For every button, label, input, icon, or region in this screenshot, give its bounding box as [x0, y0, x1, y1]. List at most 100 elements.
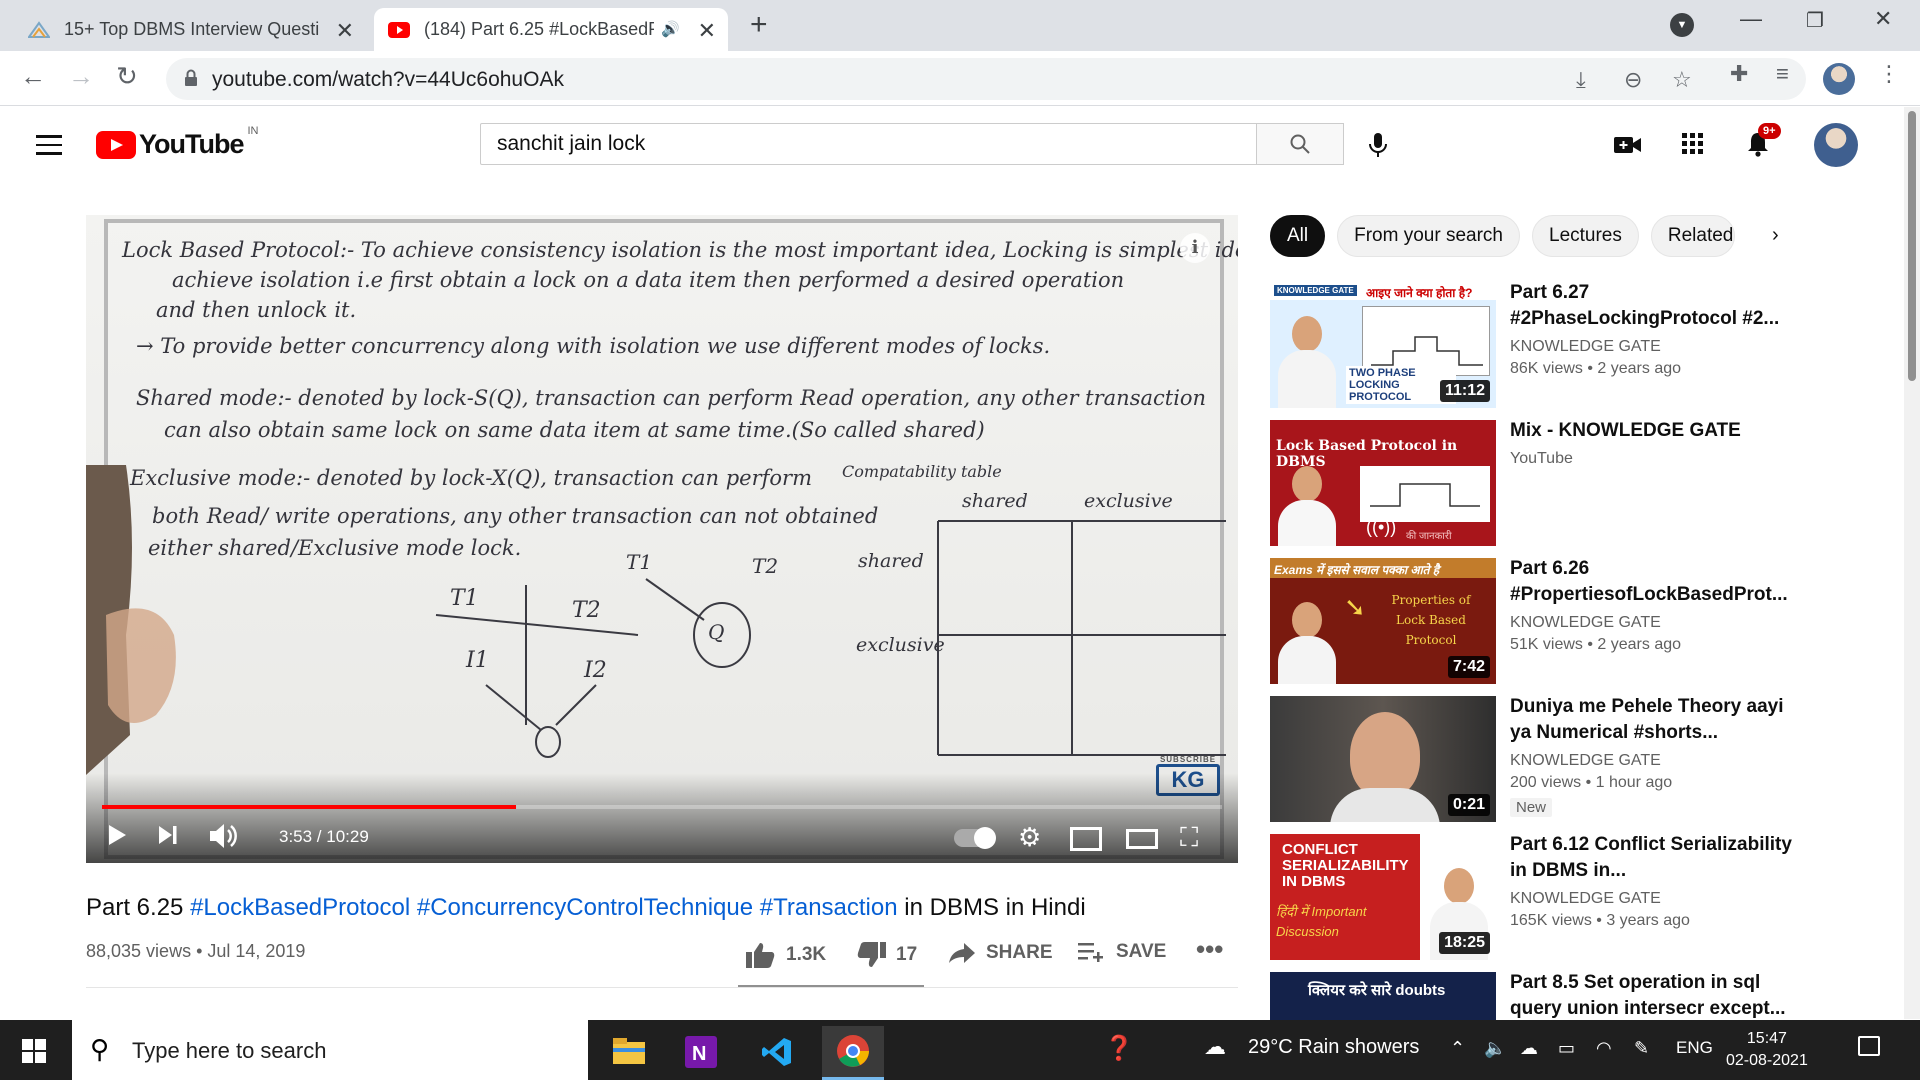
related-video-title[interactable]: Duniya me Pehele Theory aayi ya Numerica… — [1510, 694, 1800, 746]
lock-icon[interactable] — [184, 69, 198, 87]
search-box[interactable] — [480, 123, 1257, 165]
thumbnail-text: CONFLICT SERIALIZABILITY IN DBMS — [1282, 841, 1409, 890]
tab-search-icon[interactable]: ▼ — [1670, 13, 1694, 37]
related-video-title[interactable]: Part 6.26 #PropertiesofLockBasedProt... — [1510, 556, 1800, 608]
page-scrollbar[interactable] — [1904, 107, 1920, 1019]
speaker-icon[interactable]: 🔊 — [661, 20, 680, 38]
chip-lectures[interactable]: Lectures — [1532, 215, 1639, 257]
chevron-right-icon[interactable]: › — [1772, 224, 1779, 247]
video-thumbnail[interactable]: KNOWLEDGE GATE आइए जाने क्या होता है? TW… — [1270, 282, 1496, 408]
search-input[interactable] — [481, 124, 1256, 164]
related-video-title[interactable]: Mix - KNOWLEDGE GATE — [1510, 418, 1800, 444]
menu-icon[interactable] — [36, 135, 62, 155]
volume-button[interactable] — [208, 822, 240, 857]
video-player[interactable]: Lock Based Protocol:- To achieve consist… — [86, 215, 1238, 863]
channel-name[interactable]: KNOWLEDGE GATE — [1510, 752, 1800, 770]
taskbar-clock[interactable]: 15:47 02-08-2021 — [1726, 1028, 1808, 1072]
scrollbar-thumb[interactable] — [1908, 111, 1916, 381]
settings-gear-icon[interactable]: ⚙ — [1018, 822, 1041, 853]
reload-icon[interactable]: ↻ — [116, 61, 138, 92]
install-app-icon[interactable]: ⤓ — [1576, 67, 1586, 93]
help-icon[interactable]: ❓ — [1104, 1034, 1134, 1063]
notification-center-icon[interactable] — [1858, 1036, 1880, 1056]
channel-name[interactable]: YouTube — [1510, 450, 1800, 468]
bookmark-star-icon[interactable]: ☆ — [1672, 67, 1692, 93]
chip-related[interactable]: Related — [1650, 215, 1735, 257]
video-thumbnail[interactable]: Lock Based Protocol in DBMS ((•)) की जान… — [1270, 420, 1496, 546]
close-tab-icon[interactable]: ✕ — [336, 18, 354, 44]
channel-name[interactable]: KNOWLEDGE GATE — [1510, 890, 1800, 908]
like-button[interactable]: 1.3K — [746, 941, 826, 969]
language-indicator[interactable]: ENG — [1676, 1038, 1713, 1058]
zoom-icon[interactable]: ⊖ — [1624, 67, 1642, 93]
hashtag-link[interactable]: #LockBasedProtocol — [190, 894, 410, 921]
hashtag-link[interactable]: #Transaction — [760, 894, 898, 921]
related-video-card[interactable]: Exams में इससे सवाल पक्का आते है Propert… — [1270, 558, 1870, 684]
chevron-up-icon[interactable]: ⌃ — [1450, 1038, 1465, 1059]
wifi-icon[interactable]: ◠ — [1596, 1038, 1612, 1059]
play-button[interactable] — [104, 822, 130, 855]
dislike-button[interactable]: 17 — [856, 941, 917, 969]
close-tab-icon[interactable]: ✕ — [698, 18, 716, 44]
voice-search-button[interactable] — [1360, 127, 1396, 163]
miniplayer-icon[interactable] — [1070, 827, 1102, 851]
related-video-title[interactable]: Part 8.5 Set operation in sql query unio… — [1510, 972, 1800, 1020]
video-thumbnail[interactable]: 0:21 — [1270, 696, 1496, 822]
browser-profile-avatar[interactable] — [1823, 63, 1855, 95]
related-video-card[interactable]: 0:21 Duniya me Pehele Theory aayi ya Num… — [1270, 696, 1870, 822]
autoplay-toggle[interactable] — [954, 827, 996, 849]
url-text[interactable]: youtube.com/watch?v=44Uc6ohuOAk — [212, 68, 564, 92]
apps-grid-icon[interactable] — [1682, 131, 1704, 162]
volume-tray-icon[interactable]: 🔈 — [1484, 1038, 1506, 1059]
chip-from-your-search[interactable]: From your search — [1337, 215, 1520, 257]
video-thumbnail[interactable]: CONFLICT SERIALIZABILITY IN DBMS हिंदी म… — [1270, 834, 1496, 960]
battery-icon[interactable]: ▭ — [1558, 1038, 1575, 1059]
onenote-icon[interactable]: N — [670, 1026, 732, 1080]
forward-arrow-icon[interactable]: → — [68, 61, 94, 92]
next-button[interactable] — [156, 822, 180, 855]
back-arrow-icon[interactable]: ← — [20, 61, 46, 92]
taskbar-search[interactable]: ⚲ Type here to search — [72, 1020, 588, 1080]
channel-name[interactable]: KNOWLEDGE GATE — [1510, 338, 1800, 356]
youtube-logo[interactable]: YouTube IN — [96, 125, 258, 160]
minimize-icon[interactable]: — — [1740, 6, 1762, 32]
save-button[interactable]: SAVE — [1078, 941, 1166, 963]
related-video-card[interactable]: CONFLICT SERIALIZABILITY IN DBMS हिंदी म… — [1270, 834, 1870, 960]
chip-all[interactable]: All — [1270, 215, 1326, 257]
account-avatar[interactable] — [1814, 123, 1858, 167]
weather-text[interactable]: 29°C Rain showers — [1248, 1036, 1419, 1059]
video-thumbnail[interactable]: क्लियर करे सारे doubts — [1270, 972, 1496, 1020]
restore-icon[interactable]: ❐ — [1806, 8, 1824, 33]
related-video-title[interactable]: Part 6.12 Conflict Serializability in DB… — [1510, 832, 1800, 884]
video-thumbnail[interactable]: Exams में इससे सवाल पक्का आते है Propert… — [1270, 558, 1496, 684]
theater-mode-icon[interactable] — [1126, 829, 1158, 849]
onedrive-icon[interactable]: ☁ — [1520, 1038, 1538, 1059]
search-button[interactable] — [1256, 123, 1344, 165]
new-tab-button[interactable]: + — [750, 8, 768, 42]
pen-icon[interactable]: ✎ — [1634, 1038, 1649, 1059]
channel-name[interactable]: KNOWLEDGE GATE — [1510, 614, 1800, 632]
share-button[interactable]: SHARE — [948, 941, 1053, 965]
more-actions-icon[interactable]: ••• — [1196, 934, 1223, 965]
extensions-puzzle-icon[interactable]: ✚ — [1730, 61, 1748, 87]
related-video-card[interactable]: क्लियर करे सारे doubts Part 8.5 Set oper… — [1270, 972, 1870, 1020]
related-video-card[interactable]: KNOWLEDGE GATE आइए जाने क्या होता है? TW… — [1270, 282, 1870, 408]
address-bar[interactable]: youtube.com/watch?v=44Uc6ohuOAk ⤓ ⊖ ☆ — [166, 58, 1806, 100]
file-explorer-icon[interactable] — [598, 1026, 660, 1080]
vscode-icon[interactable] — [746, 1026, 808, 1080]
fullscreen-icon[interactable]: ⛶ — [1180, 822, 1198, 854]
browser-tab-youtube[interactable]: (184) Part 6.25 #LockBasedP 🔊 ✕ — [374, 8, 728, 51]
seek-bar[interactable] — [102, 805, 1222, 809]
windows-start-icon[interactable] — [22, 1039, 46, 1063]
related-video-title[interactable]: Part 6.27 #2PhaseLockingProtocol #2... — [1510, 280, 1800, 332]
create-video-icon[interactable] — [1614, 131, 1642, 162]
info-icon[interactable]: i — [1180, 233, 1210, 263]
chrome-menu-icon[interactable]: ⋮ — [1878, 61, 1900, 87]
media-queue-icon[interactable]: ≡ — [1776, 61, 1789, 87]
weather-cloud-icon[interactable]: ☁ — [1204, 1034, 1226, 1060]
related-mix-card[interactable]: Lock Based Protocol in DBMS ((•)) की जान… — [1270, 420, 1870, 546]
chrome-taskbar-icon[interactable] — [822, 1026, 884, 1080]
browser-tab-dbms-questions[interactable]: 15+ Top DBMS Interview Questio ✕ — [14, 8, 366, 51]
hashtag-link[interactable]: #ConcurrencyControlTechnique — [417, 894, 753, 921]
close-window-icon[interactable]: ✕ — [1874, 6, 1892, 32]
